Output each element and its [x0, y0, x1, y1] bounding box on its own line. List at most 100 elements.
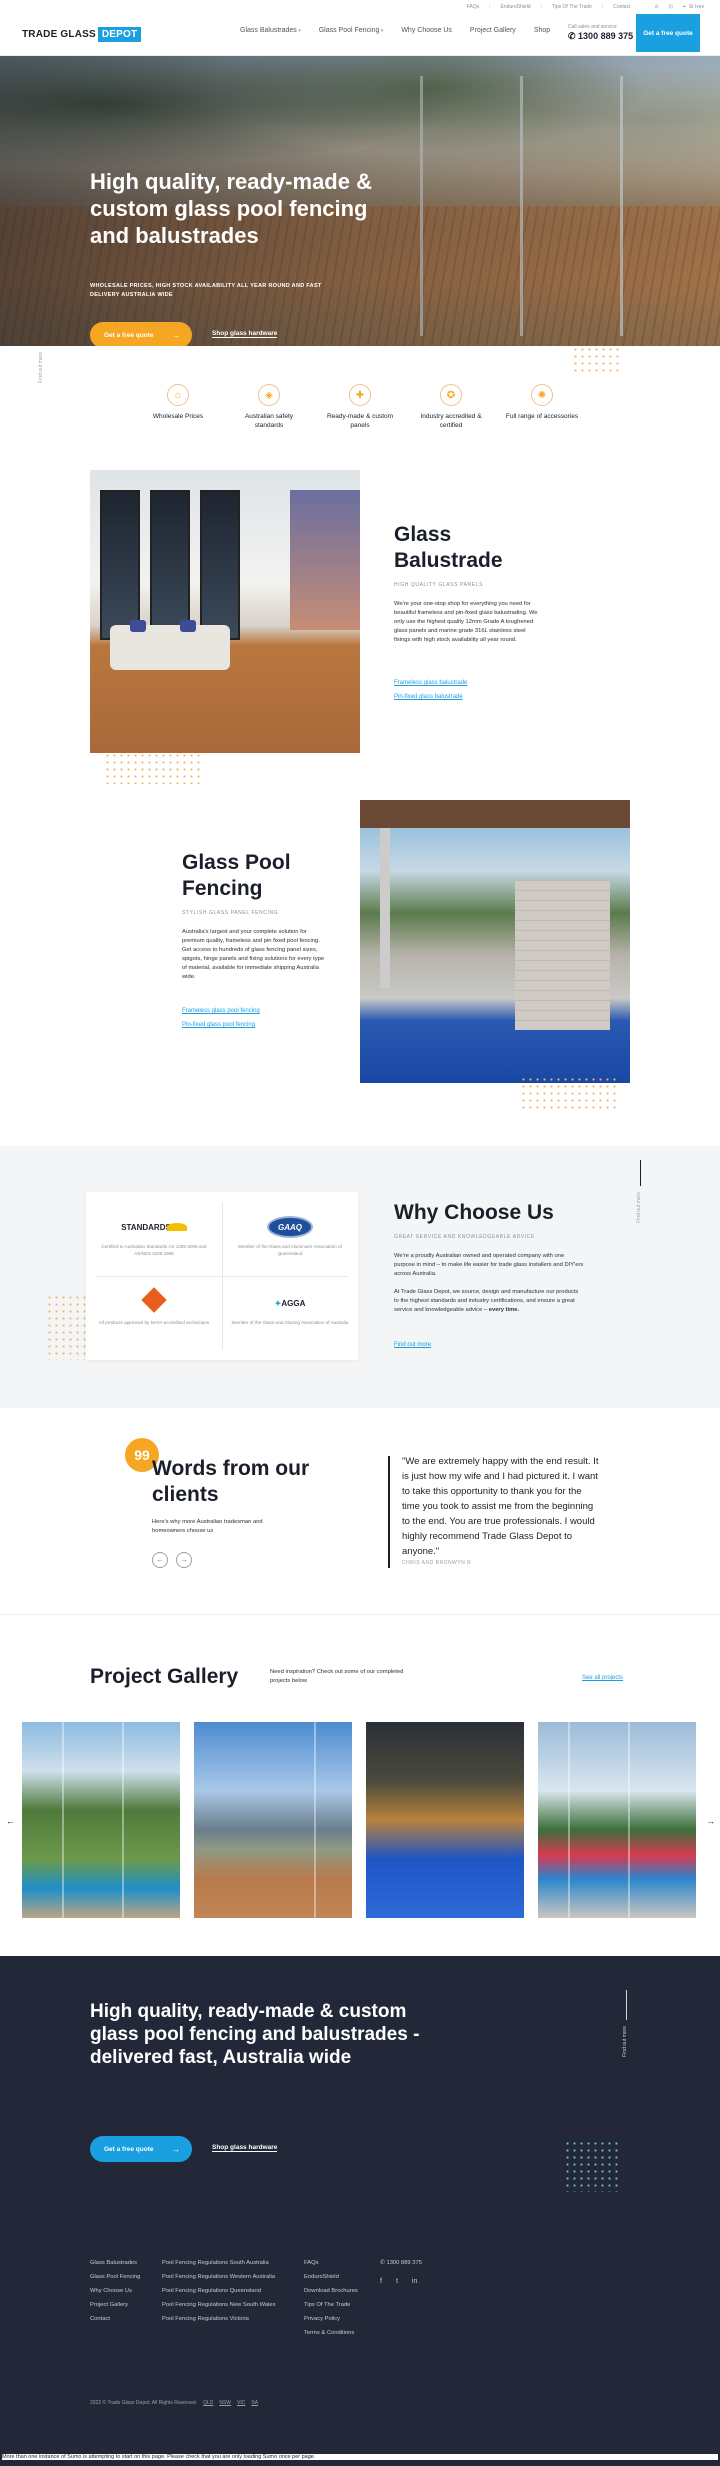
footer-link[interactable]: Pool Fencing Regulations New South Wales — [162, 2302, 276, 2308]
main-nav: Glass Balustrades Glass Pool Fencing Why… — [240, 27, 550, 34]
footer-link[interactable]: Pool Fencing Regulations Queensland — [162, 2288, 261, 2294]
cta-side-label[interactable]: Find out more — [622, 2026, 628, 2057]
hero-quote-button[interactable]: Get a free quote — [90, 322, 192, 346]
balustrade-body: We're your one-stop shop for everything … — [394, 601, 538, 643]
footer-link[interactable]: Tips Of The Trade — [304, 2302, 350, 2308]
call-us: Call sales and service ✆ 1300 889 375 — [568, 24, 633, 42]
hero-side-label[interactable]: Find out more — [38, 352, 44, 383]
footer-link[interactable]: Privacy Policy — [304, 2316, 340, 2322]
shield-icon: ◈ — [258, 384, 280, 406]
why-eyebrow: GREAT SERVICE AND KNOWLEDGEABLE ADVICE — [394, 1234, 535, 1240]
footer-link[interactable]: Glass Balustrades — [90, 2260, 137, 2266]
nav-glass-balustrades[interactable]: Glass Balustrades — [240, 27, 301, 34]
pinfixed-balustrade-link[interactable]: Pin-fixed glass balustrade — [394, 694, 463, 700]
tools-icon: ✚ — [349, 384, 371, 406]
gallery-image[interactable] — [366, 1722, 524, 1918]
gallery-image[interactable] — [22, 1722, 180, 1918]
why-title: Why Choose Us — [394, 1201, 554, 1224]
state-link-sa[interactable]: SA — [251, 2400, 258, 2406]
footer-col-main: Glass Balustrades Glass Pool Fencing Why… — [90, 2256, 140, 2326]
why-side-label[interactable]: Find out more — [636, 1192, 642, 1223]
state-link-vic[interactable]: VIC — [237, 2400, 245, 2406]
testimonial-quote: "We are extremely happy with the end res… — [402, 1456, 599, 1557]
footer-phone-link[interactable]: 1300 889 375 — [386, 2260, 421, 2266]
testimonial-author: CHRIS AND BRONWYN R — [402, 1560, 472, 1566]
state-link-qld[interactable]: QLD — [203, 2400, 213, 2406]
cert-nata: All products approved by NATA-accredited… — [94, 1287, 214, 1327]
logo-text: TRADE GLASS — [22, 29, 96, 40]
award-icon: ✪ — [440, 384, 462, 406]
balustrade-image — [90, 470, 360, 753]
site-logo[interactable]: TRADE GLASS DEPOT — [22, 27, 142, 42]
footer-phone: ✆ 1300 889 375 — [380, 2256, 422, 2270]
location-label: St Ives — [688, 4, 704, 10]
state-link-nsw[interactable]: NSW — [219, 2400, 231, 2406]
pin-icon: ⌖ — [682, 4, 686, 10]
gaaq-logo: GAAQ — [267, 1216, 313, 1238]
feature-label: Full range of accessories — [505, 413, 579, 420]
testimonial-next-button[interactable]: → — [176, 1552, 192, 1568]
gallery-image[interactable] — [538, 1722, 696, 1918]
phone-icon: ✆ — [568, 30, 579, 41]
twitter-icon[interactable]: t — [396, 2278, 398, 2285]
footer-link[interactable]: Download Brochures — [304, 2288, 358, 2294]
gallery-prev-arrow[interactable]: ← — [6, 1816, 15, 1826]
header-quote-button[interactable]: Get a free quote — [636, 14, 700, 52]
footer-link[interactable]: Pool Fencing Regulations South Australia — [162, 2260, 269, 2266]
feature-item: ◈ Australian safety standards — [231, 384, 307, 430]
footer-link[interactable]: FAQs — [304, 2260, 319, 2266]
footer-link[interactable]: EnduroShield — [304, 2274, 339, 2280]
footer-link[interactable]: Glass Pool Fencing — [90, 2274, 140, 2280]
pool-fencing-image — [360, 800, 630, 1083]
nav-why-choose-us[interactable]: Why Choose Us — [401, 27, 452, 34]
cert-caption: Member of the Glass and Aluminium Associ… — [238, 1244, 342, 1256]
nav-shop[interactable]: Shop — [534, 27, 550, 34]
price-tag-icon: ⌂ — [167, 384, 189, 406]
testimonial-subtitle: Here's why more Australian tradesman and… — [152, 1519, 263, 1534]
cta-quote-button[interactable]: Get a free quote — [90, 2136, 192, 2162]
why-find-out-more-link[interactable]: Find out more — [394, 1342, 431, 1348]
why-body-1: We're a proudly Australian owned and ope… — [394, 1253, 584, 1277]
see-all-projects-link[interactable]: See all projects — [582, 1675, 623, 1681]
cta-shop-link[interactable]: Shop glass hardware — [212, 2144, 278, 2152]
account-icon[interactable]: ⊙ — [654, 4, 658, 10]
nav-glass-pool-fencing[interactable]: Glass Pool Fencing — [319, 27, 384, 34]
feature-label: Wholesale Prices — [152, 413, 204, 420]
linkedin-icon[interactable]: in — [412, 2278, 417, 2285]
cta-title: High quality, ready-made & custom glass … — [90, 2001, 420, 2068]
cart-icon[interactable]: ⊡ — [669, 4, 673, 10]
util-link-enduroshield[interactable]: EnduroShield — [501, 4, 531, 10]
logo-text-highlight: DEPOT — [97, 27, 142, 42]
facebook-icon[interactable]: f — [380, 2278, 382, 2285]
frameless-balustrade-link[interactable]: Frameless glass balustrade — [394, 680, 467, 686]
balustrade-eyebrow: HIGH QUALITY GLASS PANELS — [394, 582, 484, 588]
pinfixed-pool-fencing-link[interactable]: Pin-fixed glass pool fencing — [182, 1022, 255, 1028]
util-link-tips[interactable]: Tips Of The Trade — [552, 4, 592, 10]
footer-link[interactable]: Contact — [90, 2316, 110, 2322]
footer-link[interactable]: Pool Fencing Regulations Victoria — [162, 2316, 249, 2322]
cert-caption: All products approved by NATA-accredited… — [98, 1320, 210, 1325]
footer-link[interactable]: Why Choose Us — [90, 2288, 132, 2294]
util-link-faqs[interactable]: FAQs — [467, 4, 480, 10]
feature-item: ⌂ Wholesale Prices — [140, 384, 216, 430]
sumo-warning-notice: More than one instance of Sumo is attemp… — [2, 2454, 718, 2460]
gallery-image[interactable] — [194, 1722, 352, 1918]
hero-subtitle: WHOLESALE PRICES, HIGH STOCK AVAILABILIT… — [90, 283, 322, 298]
location-selector[interactable]: ⌖ St Ives — [683, 4, 704, 10]
util-link-contact[interactable]: Contact — [613, 4, 630, 10]
copyright-text: 2022 © Trade Glass Depot. All Rights Res… — [90, 2400, 198, 2406]
footer-link[interactable]: Terms & Conditions — [304, 2330, 354, 2336]
footer-link[interactable]: Pool Fencing Regulations Western Austral… — [162, 2274, 275, 2280]
decorative-dots — [564, 2140, 622, 2192]
hero-shop-link[interactable]: Shop glass hardware — [212, 330, 278, 338]
frameless-pool-fencing-link[interactable]: Frameless glass pool fencing — [182, 1008, 260, 1014]
nav-project-gallery[interactable]: Project Gallery — [470, 27, 516, 34]
agga-logo: ✦ AGGA — [274, 1298, 306, 1308]
header-phone-link[interactable]: 1300 889 375 — [578, 31, 633, 41]
gallery-next-arrow[interactable]: → — [706, 1816, 715, 1826]
why-body-2: At Trade Glass Depot, we source, design … — [394, 1289, 579, 1313]
testimonial-prev-button[interactable]: ← — [152, 1552, 168, 1568]
feature-label: Australian safety standards — [244, 413, 294, 429]
footer-col-resources: FAQs EnduroShield Download Brochures Tip… — [304, 2256, 358, 2340]
footer-link[interactable]: Project Gallery — [90, 2302, 128, 2308]
